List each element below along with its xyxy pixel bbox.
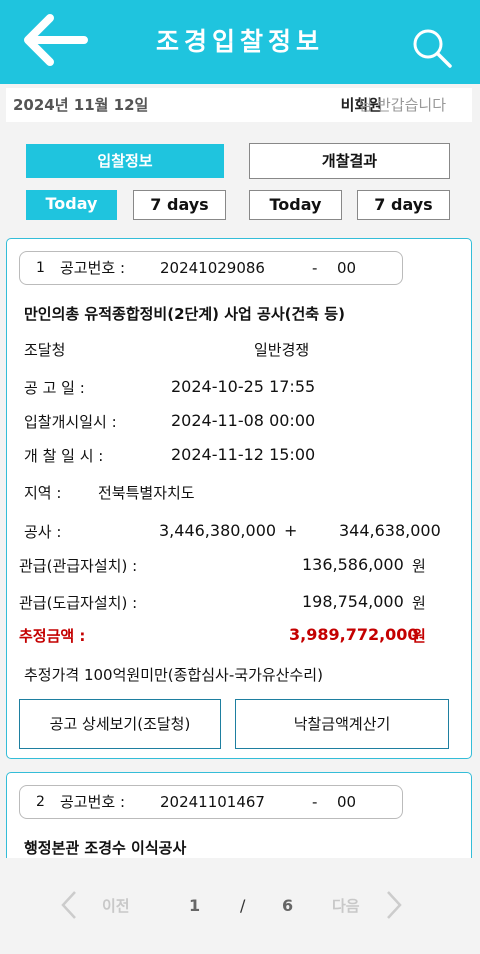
contract-type: 일반경쟁 [254,341,310,359]
bid-card: 1 공고번호 : 20241029086 - 00 만인의총 유적종합정비(2단… [6,238,472,759]
won-unit: 원 [412,594,426,612]
bid-start: 2024-11-08 00:00 [171,411,316,430]
notice-number: 20241101467 [160,793,265,811]
opening-date: 2024-11-12 15:00 [171,445,316,464]
filter-bid-7days[interactable]: 7 days [133,190,226,220]
region-label: 지역 : [24,484,62,502]
greeting-text: 님 반갑습니다 [358,96,446,114]
agency: 조달청 [24,341,66,359]
tab-opening-result[interactable]: 개찰결과 [249,143,450,179]
bid-title: 행정본관 조경수 이식공사 [24,839,187,857]
notice-label: 공고번호 : [60,259,126,277]
construction-vat: 344,638,000 [339,521,441,540]
page-title: 조경입찰정보 [155,27,324,56]
notice-number-box: 2 공고번호 : 20241101467 - 00 [19,785,403,819]
card-index: 1 [36,260,45,276]
construction-amount: 3,446,380,000 [159,521,277,540]
supply-owner-amount: 136,586,000 [302,555,404,574]
opening-label: 개 찰 일 시 : [24,447,104,465]
estimate-amount: 3,989,772,000 [289,625,419,644]
info-bar: 2024년 11월 12일 비회원 님 반갑습니다 [6,88,472,122]
current-date: 2024년 11월 12일 [13,96,149,114]
bid-title: 만인의총 유적종합정비(2단계) 사업 공사(건축 등) [24,305,345,323]
notice-number-box: 1 공고번호 : 20241029086 - 00 [19,251,403,285]
region: 전북특별자치도 [98,484,195,502]
notice-number: 20241029086 [160,259,265,277]
notice-date: 2024-10-25 17:55 [171,377,316,396]
app-header: 조경입찰정보 [0,0,480,84]
card-index: 2 [36,794,45,810]
filter-result-7days[interactable]: 7 days [357,190,450,220]
won-unit: 원 [412,627,426,645]
chevron-right-icon[interactable] [385,890,403,920]
estimate-note: 추정가격 100억원미만(종합심사-국가유산수리) [24,666,323,684]
plus-sign: + [284,521,298,540]
filter-result-today[interactable]: Today [249,190,342,220]
chevron-left-icon[interactable] [60,890,78,920]
notice-dash: - [312,793,318,811]
supply-contractor-label: 관급(도급자설치) : [19,594,138,612]
tab-bid-info[interactable]: 입찰정보 [26,144,224,178]
supply-contractor-amount: 198,754,000 [302,592,404,611]
notice-detail-button[interactable]: 공고 상세보기(조달청) [19,699,221,749]
bid-calculator-button[interactable]: 낙찰금액계산기 [235,699,449,749]
won-unit: 원 [412,557,426,575]
notice-date-label: 공 고 일 : [24,379,85,397]
bid-start-label: 입찰개시일시 : [24,413,117,431]
construction-label: 공사 : [24,523,62,541]
filter-bid-today[interactable]: Today [26,190,117,220]
notice-label: 공고번호 : [60,793,126,811]
pagination: 이전 1 / 6 다음 [0,858,480,940]
supply-owner-label: 관급(관급자설치) : [19,557,138,575]
notice-seq: 00 [337,793,357,811]
estimate-label: 추정금액 : [19,627,86,645]
notice-dash: - [312,259,318,277]
search-icon[interactable] [410,26,454,70]
notice-seq: 00 [337,259,357,277]
